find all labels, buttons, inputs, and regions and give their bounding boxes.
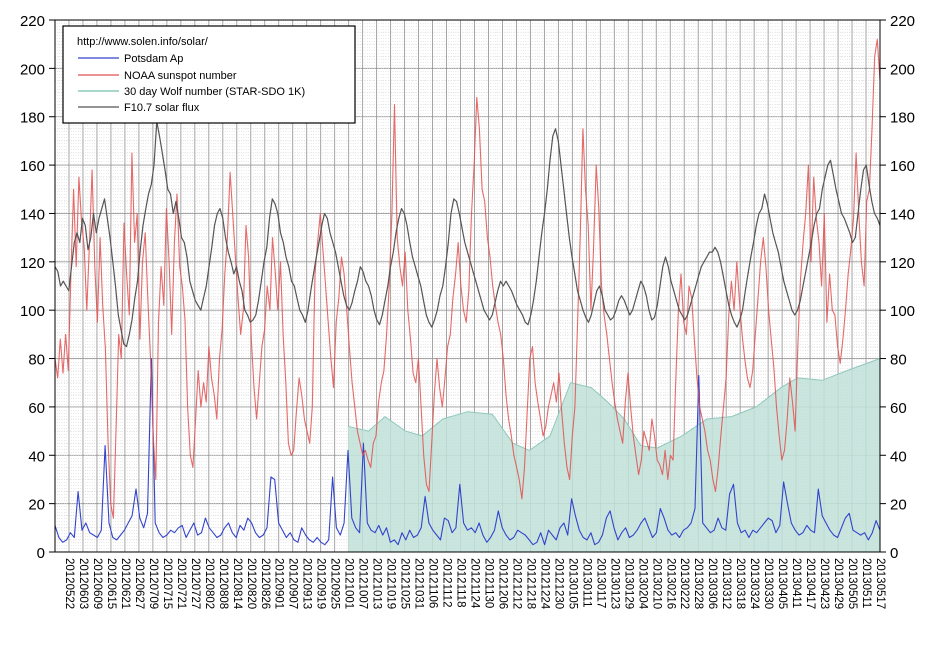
y-tick-label-right: 180 — [890, 110, 915, 127]
x-tick-label: 20121130 — [483, 558, 495, 608]
x-tick-label: 20130330 — [762, 558, 774, 609]
x-tick-label: 20130324 — [748, 558, 760, 610]
x-tick-label: 20130306 — [706, 558, 718, 609]
y-tick-label-left: 140 — [20, 206, 45, 223]
x-tick-label: 20121212 — [510, 558, 522, 609]
x-tick-label: 20130417 — [804, 558, 816, 609]
y-tick-label-right: 140 — [890, 206, 915, 223]
x-tick-label: 20120907 — [287, 558, 299, 609]
x-tick-label: 20130105 — [566, 558, 578, 609]
y-tick-label-right: 120 — [890, 255, 915, 272]
y-tick-label-left: 220 — [20, 13, 45, 30]
y-tick-label-right: 0 — [890, 545, 898, 562]
x-tick-label: 20130123 — [608, 558, 620, 609]
legend-label-f107: F10.7 solar flux — [124, 102, 200, 114]
y-tick-label-left: 180 — [20, 110, 45, 127]
y-tick-label-right: 60 — [890, 400, 907, 417]
y-tick-label-left: 200 — [20, 61, 45, 78]
x-tick-label: 20120522 — [63, 558, 75, 609]
y-tick-label-right: 200 — [890, 61, 915, 78]
x-tick-label: 20120901 — [273, 558, 285, 609]
x-tick-label: 20121106 — [427, 558, 439, 608]
x-tick-label: 20120802 — [203, 558, 215, 609]
x-tick-label: 20121007 — [357, 558, 369, 609]
x-tick-label: 20120814 — [231, 558, 243, 610]
x-tick-label: 20121031 — [413, 558, 425, 609]
x-tick-label: 20121230 — [552, 558, 564, 609]
x-tick-label: 20130204 — [636, 558, 648, 610]
x-tick-label: 20130517 — [874, 558, 886, 609]
x-tick-label: 20121224 — [538, 558, 550, 610]
x-tick-label: 20130429 — [832, 558, 844, 609]
y-tick-label-left: 20 — [28, 497, 45, 514]
x-tick-label: 20120603 — [77, 558, 89, 609]
x-tick-label: 20130505 — [846, 558, 858, 609]
x-tick-label: 20130210 — [650, 558, 662, 609]
x-tick-label: 20130111 — [580, 558, 592, 607]
legend-header: http://www.solen.info/solar/ — [77, 36, 209, 48]
y-tick-label-left: 0 — [37, 545, 45, 562]
y-tick-label-right: 100 — [890, 303, 915, 320]
legend-label-potsdam-ap: Potsdam Ap — [124, 53, 183, 65]
x-tick-label: 20120913 — [301, 558, 313, 609]
x-tick-label: 20120727 — [189, 558, 201, 609]
x-tick-label: 20130411 — [790, 558, 802, 608]
y-tick-label-right: 20 — [890, 497, 907, 514]
x-tick-label: 20120609 — [91, 558, 103, 609]
x-tick-label: 20120826 — [259, 558, 271, 609]
x-tick-label: 20130216 — [664, 558, 676, 609]
x-tick-label: 20130423 — [818, 558, 830, 609]
x-tick-label: 20121019 — [385, 558, 397, 609]
legend-label-noaa-sunspot: NOAA sunspot number — [124, 70, 237, 82]
x-tick-label: 20120615 — [105, 558, 117, 609]
x-tick-label: 20120715 — [161, 558, 173, 609]
y-tick-label-right: 40 — [890, 448, 907, 465]
y-tick-label-right: 160 — [890, 158, 915, 175]
y-tick-label-right: 80 — [890, 352, 907, 369]
x-tick-label: 20130511 — [860, 558, 872, 608]
x-tick-label: 20120627 — [133, 558, 145, 609]
x-tick-label: 20130405 — [776, 558, 788, 609]
y-tick-label-left: 120 — [20, 255, 45, 272]
y-tick-label-left: 160 — [20, 158, 45, 175]
x-tick-label: 20121001 — [343, 558, 355, 609]
x-tick-label: 20130129 — [622, 558, 634, 609]
solar-activity-chart: 0 0 20 20 40 40 60 60 80 80 100 100 120 120 140 140 160 1… — [0, 0, 931, 670]
y-tick-label-left: 40 — [28, 448, 45, 465]
x-tick-label: 20121124 — [469, 558, 481, 609]
x-tick-label: 20120721 — [175, 558, 187, 609]
x-tick-label: 20120925 — [329, 558, 341, 609]
x-tick-label: 20121206 — [497, 558, 509, 609]
x-tick-label: 20121025 — [399, 558, 411, 609]
x-tick-label: 20120808 — [217, 558, 229, 609]
x-tick-label: 20130228 — [692, 558, 704, 609]
y-tick-label-right: 220 — [890, 13, 915, 30]
x-tick-label: 20130117 — [594, 558, 606, 608]
y-tick-label-left: 80 — [28, 352, 45, 369]
y-tick-label-left: 100 — [20, 303, 45, 320]
x-tick-label: 20130318 — [734, 558, 746, 609]
x-tick-label: 20121013 — [371, 558, 383, 609]
x-tick-label: 20130222 — [678, 558, 690, 609]
x-tick-label: 20120919 — [315, 558, 327, 609]
legend: http://www.solen.info/solar/ Potsdam Ap … — [62, 25, 356, 124]
x-tick-label: 20120709 — [147, 558, 159, 609]
legend-label-wolf-number: 30 day Wolf number (STAR-SDO 1K) — [124, 86, 305, 98]
x-tick-label: 20120621 — [119, 558, 131, 609]
x-tick-label: 20120820 — [245, 558, 257, 609]
x-tick-label: 20121118 — [455, 558, 467, 607]
x-tick-label: 20130312 — [720, 558, 732, 609]
x-tick-label: 20121112 — [441, 558, 453, 607]
x-tick-label: 20121218 — [524, 558, 536, 609]
y-tick-label-left: 60 — [28, 400, 45, 417]
